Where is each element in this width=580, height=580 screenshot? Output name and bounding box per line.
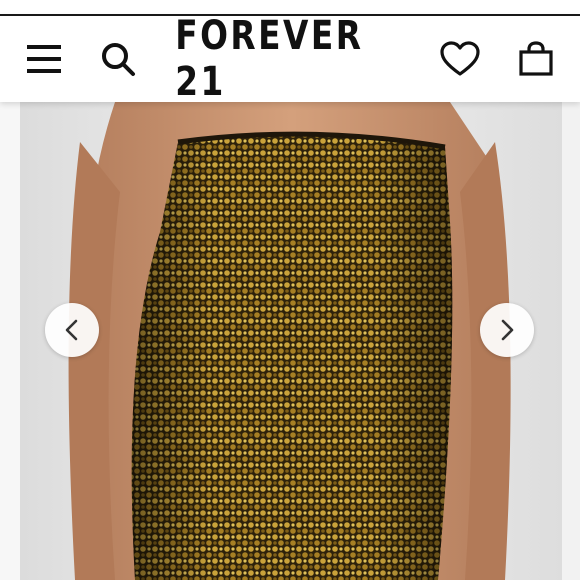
menu-button[interactable] <box>14 16 74 102</box>
chevron-left-icon <box>65 319 78 341</box>
search-button[interactable] <box>88 16 148 102</box>
chevron-right-icon <box>501 319 514 341</box>
site-header: FOREVER 21 <box>0 13 580 105</box>
carousel-prev-button[interactable] <box>45 303 99 357</box>
carousel-gutter-left <box>0 102 20 580</box>
bag-icon <box>519 41 553 76</box>
product-image-carousel[interactable] <box>0 102 580 580</box>
carousel-next-button[interactable] <box>480 303 534 357</box>
carousel-gutter-right <box>562 102 580 580</box>
product-photo-illustration <box>68 102 511 580</box>
brand-logo[interactable]: FOREVER 21 <box>175 13 405 105</box>
wishlist-button[interactable] <box>430 16 490 102</box>
bag-button[interactable] <box>506 16 566 102</box>
menu-icon <box>27 45 61 73</box>
heart-icon <box>440 41 480 76</box>
product-photo <box>20 102 562 580</box>
search-icon <box>102 43 135 76</box>
